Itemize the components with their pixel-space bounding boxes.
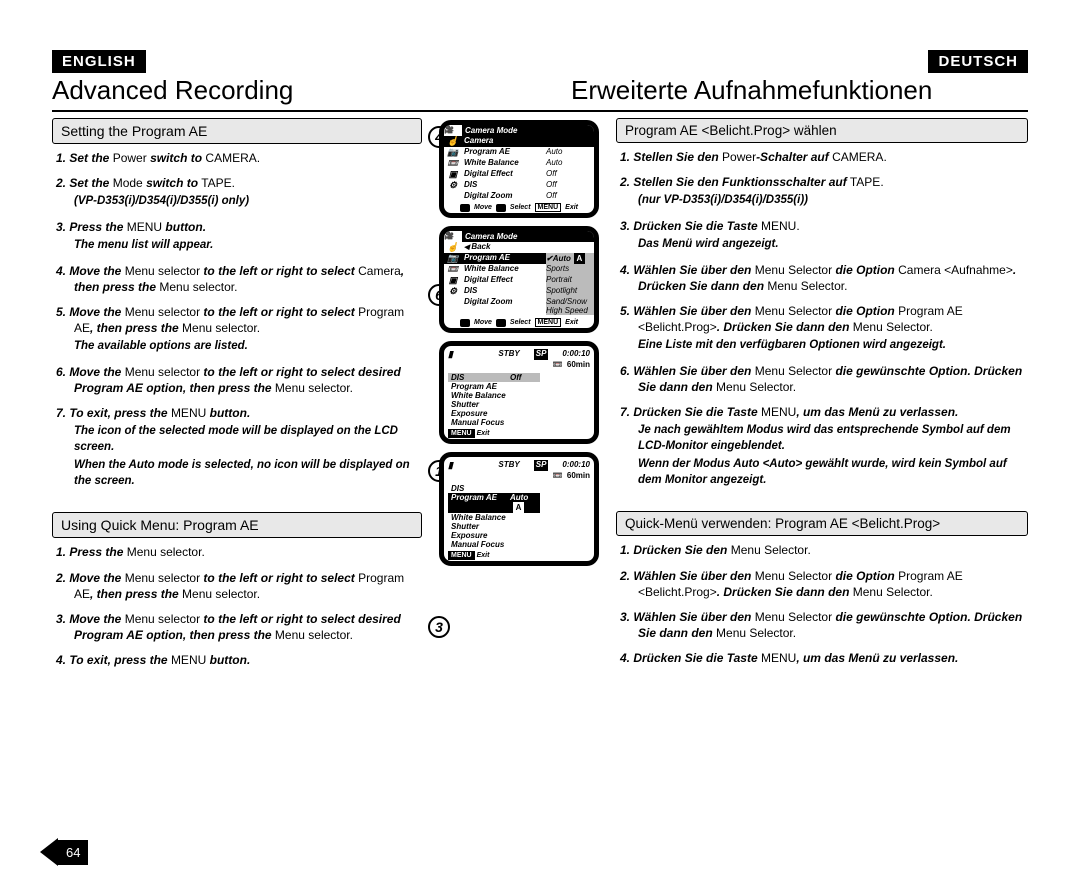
hand-icon: ☝ [444, 136, 462, 147]
column-english: Setting the Program AE 1. Set the Power … [52, 118, 422, 678]
lang-badge-english: ENGLISH [52, 50, 146, 73]
title-deutsch: Erweiterte Aufnahmefunktionen [571, 75, 1028, 106]
tape-icon: 📼 [444, 158, 462, 169]
gear-icon: ⚙ [444, 180, 462, 191]
camera-screen-4: 🎥Camera Mode ☝Camera 📷Program AEAuto 📼Wh… [439, 120, 599, 218]
camcorder-icon: 🎥 [444, 125, 462, 136]
tape-icon: 📼 [553, 471, 563, 480]
battery-icon: ▮ [448, 349, 453, 360]
column-deutsch: Program AE <Belicht.Prog> wählen 1. Stel… [616, 118, 1028, 678]
hand-icon: ☝ [444, 242, 462, 253]
gear-icon: ⚙ [444, 286, 462, 297]
language-row: ENGLISH DEUTSCH [52, 50, 1028, 73]
quick-menu-screen-1: ▮STBYSP0:00:10 📼60min DISOff Program AE … [439, 341, 599, 444]
column-screens: 4 🎥Camera Mode ☝Camera 📷Program AEAuto 📼… [434, 118, 604, 678]
select-icon [496, 204, 506, 212]
display-icon: ▣ [444, 275, 462, 286]
title-english: Advanced Recording [52, 75, 509, 106]
steps-en-1: 1. Set the Power switch to CAMERA. 2. Se… [52, 150, 422, 489]
joystick-icon [460, 319, 470, 327]
steps-de-2: 1. Drücken Sie den Menu Selector. 2. Wäh… [616, 542, 1028, 666]
camera-icon: 📷 [444, 253, 462, 264]
triangle-icon [40, 838, 58, 866]
subhead-en-1: Setting the Program AE [52, 118, 422, 144]
camera-screen-6: 🎥Camera Mode ☝◀ Back 📷Program AE✔AutoA 📼… [439, 226, 599, 333]
camcorder-icon: 🎥 [444, 231, 462, 242]
callout-3: 3 [428, 616, 450, 638]
subhead-de-2: Quick-Menü verwenden: Program AE <Belich… [616, 511, 1028, 536]
tape-icon: 📼 [553, 360, 563, 369]
battery-icon: ▮ [448, 460, 453, 471]
camera-icon: 📷 [444, 147, 462, 158]
joystick-icon [460, 204, 470, 212]
display-icon: ▣ [444, 169, 462, 180]
page-number: 64 [40, 838, 88, 866]
subhead-de-1: Program AE <Belicht.Prog> wählen [616, 118, 1028, 143]
lang-badge-deutsch: DEUTSCH [928, 50, 1028, 73]
title-row: Advanced Recording Erweiterte Aufnahmefu… [52, 75, 1028, 112]
steps-de-1: 1. Stellen Sie den Power-Schalter auf CA… [616, 149, 1028, 488]
subhead-en-2: Using Quick Menu: Program AE [52, 512, 422, 538]
manual-page: ENGLISH DEUTSCH Advanced Recording Erwei… [0, 0, 1080, 698]
select-icon [496, 319, 506, 327]
quick-menu-screen-3: ▮STBYSP0:00:10 📼60min DIS Program AEAuto… [439, 452, 599, 566]
steps-en-2: 1. Press the Menu selector. 2. Move the … [52, 544, 422, 668]
tape-icon: 📼 [444, 264, 462, 275]
